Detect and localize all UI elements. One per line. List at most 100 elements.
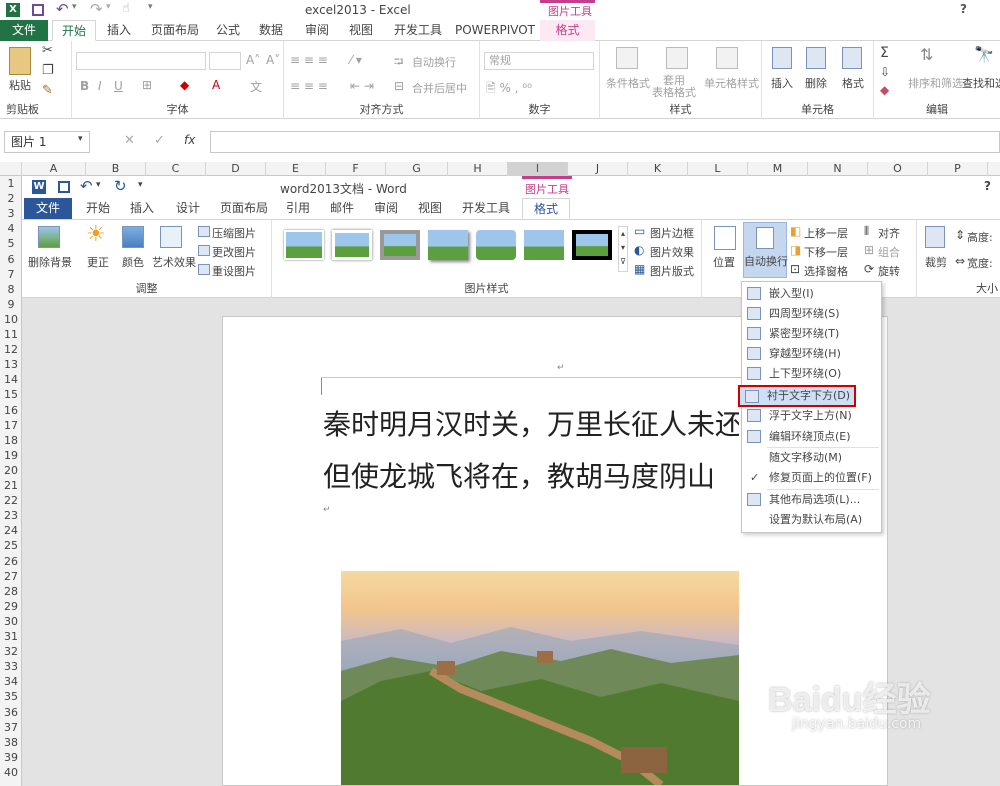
row-header[interactable]: 31	[0, 629, 22, 644]
clear-icon[interactable]: ◆	[880, 83, 889, 97]
reset-picture-label[interactable]: 重设图片	[212, 263, 256, 279]
cell-style-icon[interactable]	[716, 47, 738, 69]
menu-item[interactable]: 嵌入型(I)	[742, 284, 881, 304]
word-tab-developer[interactable]: 开发工具	[456, 198, 516, 219]
crop-label[interactable]: 裁剪	[925, 254, 947, 270]
menu-item[interactable]: 紧密型环绕(T)	[742, 324, 881, 344]
cell-style-label[interactable]: 单元格样式	[704, 75, 759, 91]
position-icon[interactable]	[714, 226, 736, 250]
font-size-combo[interactable]	[209, 52, 241, 70]
bring-forward-icon[interactable]: ◧	[790, 224, 801, 238]
row-header[interactable]: 38	[0, 735, 22, 750]
picture-style-4[interactable]	[428, 230, 468, 260]
paste-icon[interactable]	[9, 47, 31, 75]
name-box-dropdown-icon[interactable]: ▾	[78, 134, 83, 144]
column-header[interactable]: P	[928, 162, 988, 176]
change-picture-icon[interactable]	[198, 245, 210, 256]
redo-icon[interactable]: ↷	[90, 0, 103, 18]
column-header[interactable]: F	[326, 162, 386, 176]
row-header[interactable]: 27	[0, 569, 22, 584]
row-header[interactable]: 4	[0, 221, 22, 236]
row-header[interactable]: 11	[0, 327, 22, 342]
word-tab-references[interactable]: 引用	[278, 198, 318, 219]
send-backward-icon[interactable]: ◨	[790, 243, 801, 257]
format-painter-icon[interactable]: ✎	[42, 83, 53, 98]
row-header[interactable]: 12	[0, 342, 22, 357]
rotate-icon[interactable]: ⟳	[864, 262, 874, 276]
row-header[interactable]: 25	[0, 538, 22, 553]
align-label[interactable]: 对齐	[878, 225, 900, 241]
excel-tab-data[interactable]: 数据	[252, 20, 290, 41]
word-tab-format[interactable]: 格式	[522, 198, 570, 219]
fill-color-icon[interactable]: ◆	[180, 78, 189, 92]
currency-icon[interactable]: 🖹 % , ⁰⁰	[486, 79, 532, 100]
row-header[interactable]: 3	[0, 206, 22, 221]
merge-center-label[interactable]: 合并后居中	[412, 80, 467, 96]
artistic-effects-icon[interactable]	[160, 226, 182, 248]
autosum-icon[interactable]: Σ	[880, 45, 889, 61]
underline-icon[interactable]: U	[114, 79, 123, 93]
menu-item[interactable]: 穿越型环绕(H)	[742, 344, 881, 364]
align-icon[interactable]: ⫴	[864, 224, 869, 239]
column-header[interactable]: G	[386, 162, 448, 176]
excel-tab-developer[interactable]: 开发工具	[388, 20, 448, 41]
row-header[interactable]: 32	[0, 644, 22, 659]
row-header[interactable]: 13	[0, 357, 22, 372]
row-header[interactable]: 28	[0, 584, 22, 599]
picture-style-6[interactable]	[524, 230, 564, 260]
wrap-text-label[interactable]: 自动换行	[412, 54, 456, 70]
menu-item[interactable]: 编辑环绕顶点(E)	[742, 427, 881, 447]
save-icon[interactable]	[32, 4, 44, 16]
cut-icon[interactable]: ✂	[42, 43, 53, 58]
word-customize-qat-icon[interactable]: ▾	[138, 180, 143, 190]
picture-style-7[interactable]	[572, 230, 612, 260]
font-color-icon[interactable]: A	[212, 78, 220, 92]
italic-icon[interactable]: I	[98, 79, 102, 93]
column-header[interactable]: K	[628, 162, 688, 176]
column-header[interactable]: H	[448, 162, 508, 176]
excel-tab-page-layout[interactable]: 页面布局	[145, 20, 205, 41]
font-name-combo[interactable]	[76, 52, 206, 70]
picture-layout-icon[interactable]: ▦	[634, 262, 645, 276]
remove-background-label[interactable]: 删除背景	[28, 254, 72, 270]
undo-dropdown-icon[interactable]: ▾	[72, 2, 77, 12]
row-header[interactable]: 24	[0, 523, 22, 538]
word-undo-icon[interactable]: ↶	[80, 177, 93, 195]
menu-item[interactable]: 其他布局选项(L)...	[742, 490, 881, 510]
word-tab-page-layout[interactable]: 页面布局	[214, 198, 274, 219]
find-select-label[interactable]: 查找和选	[962, 75, 1000, 91]
word-help-button[interactable]: ?	[984, 179, 991, 193]
row-header[interactable]: 5	[0, 236, 22, 251]
word-repeat-icon[interactable]: ↻	[114, 177, 127, 195]
column-header[interactable]: C	[146, 162, 206, 176]
conditional-format-icon[interactable]	[616, 47, 638, 69]
format-cells-label[interactable]: 格式	[842, 75, 864, 91]
touch-mode-icon[interactable]: ☝	[122, 1, 130, 16]
row-header[interactable]: 18	[0, 433, 22, 448]
orientation-icon[interactable]: ⁄ ▾	[350, 53, 362, 67]
insert-cells-icon[interactable]	[772, 47, 792, 69]
picture-style-5[interactable]	[476, 230, 516, 260]
shrink-font-icon[interactable]: A˅	[266, 53, 280, 67]
picture-border-icon[interactable]: ▭	[634, 224, 645, 238]
row-header[interactable]: 8	[0, 282, 22, 297]
customize-qat-icon[interactable]: ▾	[148, 2, 153, 12]
menu-item[interactable]: 上下型环绕(O)	[742, 364, 881, 384]
enter-icon[interactable]: ✓	[154, 133, 165, 148]
poem-line-2[interactable]: 但使龙城飞将在，教胡马度阴山	[323, 455, 739, 495]
word-tab-file[interactable]: 文件	[24, 198, 72, 219]
compress-pictures-icon[interactable]	[198, 226, 210, 237]
word-tab-mailings[interactable]: 邮件	[322, 198, 362, 219]
formula-input[interactable]	[210, 131, 1000, 153]
excel-tab-file[interactable]: 文件	[0, 20, 48, 41]
row-header[interactable]: 17	[0, 418, 22, 433]
remove-background-icon[interactable]	[38, 226, 60, 248]
row-header[interactable]: 23	[0, 508, 22, 523]
reset-picture-icon[interactable]	[198, 264, 210, 275]
column-header[interactable]: B	[86, 162, 146, 176]
crop-icon[interactable]	[925, 226, 945, 248]
gallery-scroll[interactable]: ▴ ▾ ⊽	[618, 226, 628, 272]
insert-function-icon[interactable]: fx	[184, 133, 195, 147]
excel-tab-review[interactable]: 审阅	[298, 20, 336, 41]
bring-forward-label[interactable]: 上移一层	[804, 225, 848, 241]
